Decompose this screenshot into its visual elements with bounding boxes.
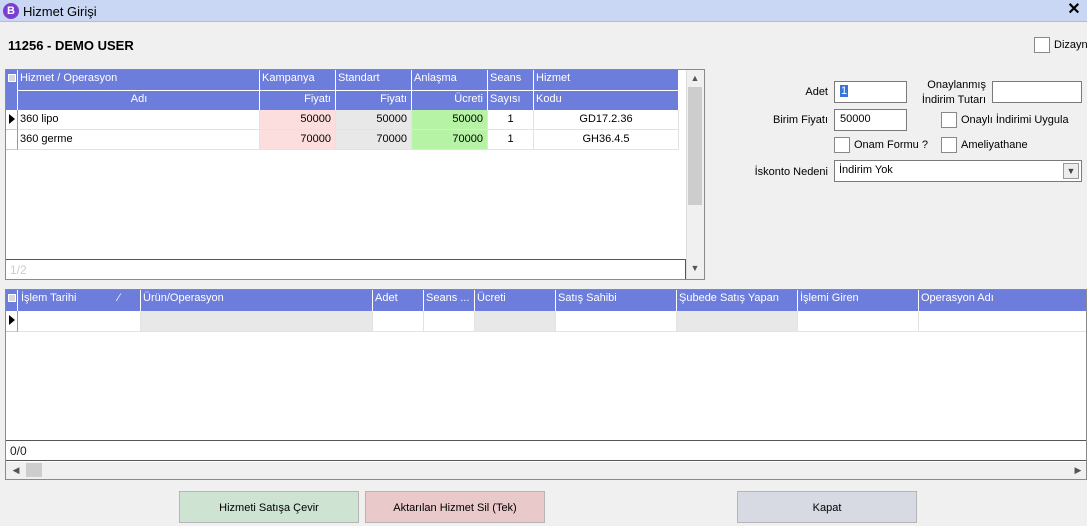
table-row-cell-anlasma[interactable]: 50000: [412, 110, 488, 130]
table-row-cell-kampanya[interactable]: 50000: [260, 110, 336, 130]
header-anlasma[interactable]: Anlaşma: [412, 70, 488, 90]
window-title: Hizmet Girişi: [23, 4, 97, 19]
header-kampanya-fiyati[interactable]: Fiyatı: [260, 90, 336, 110]
header-islem-tarihi[interactable]: İşlem Tarihi ⁄: [18, 290, 141, 311]
table-row-cell[interactable]: [18, 311, 141, 332]
onaylanmis-label-2: İndirim Tutarı: [921, 94, 986, 106]
close-icon[interactable]: ✕: [1065, 1, 1083, 19]
table-row-cell-kampanya[interactable]: 70000: [260, 130, 336, 150]
table-row-cell-standart[interactable]: 50000: [336, 110, 412, 130]
header-hizmet[interactable]: Hizmet: [534, 70, 679, 90]
chevron-down-icon[interactable]: ▼: [1063, 163, 1079, 179]
header-hizmet-operasyon[interactable]: Hizmet / Operasyon: [18, 70, 260, 90]
ameliyathane-label: Ameliyathane: [961, 139, 1028, 151]
dizayn-label: Dizayn: [1054, 39, 1087, 51]
onayli-indirimi-checkbox[interactable]: [941, 112, 957, 128]
table-row-cell[interactable]: [798, 311, 919, 332]
row-indicator[interactable]: [6, 110, 18, 130]
customer-label: 11256 - DEMO USER: [8, 38, 134, 53]
table-row-cell[interactable]: [677, 311, 798, 332]
table-row-cell-seans[interactable]: 1: [488, 130, 534, 150]
iskonto-nedeni-select[interactable]: İndirim Yok ▼: [834, 160, 1082, 182]
title-bar: B Hizmet Girişi ✕: [0, 0, 1087, 22]
header-adi[interactable]: Adı: [18, 90, 260, 110]
row-indicator[interactable]: [6, 130, 18, 150]
sort-icon: ⁄: [118, 292, 120, 304]
scroll-up-icon[interactable]: ▲: [687, 73, 703, 83]
adet-input[interactable]: 1: [834, 81, 907, 103]
scroll-down-icon[interactable]: ▼: [687, 263, 703, 273]
header-seans-sayisi[interactable]: Sayısı: [488, 90, 534, 110]
onam-formu-checkbox[interactable]: [834, 137, 850, 153]
header-anlasma-ucreti[interactable]: Ücreti: [412, 90, 488, 110]
sales-grid-hscrollbar[interactable]: ◀ ▶: [6, 462, 1086, 479]
header-ucreti[interactable]: Ücreti: [475, 290, 556, 311]
scroll-right-icon[interactable]: ▶: [1070, 465, 1086, 476]
services-grid: Hizmet / Operasyon Kampanya Standart Anl…: [5, 69, 705, 280]
table-row-cell-name[interactable]: 360 germe: [18, 130, 260, 150]
header-seans-kodu[interactable]: Seans ...: [424, 290, 475, 311]
scroll-thumb[interactable]: [688, 87, 702, 205]
table-row-cell[interactable]: [424, 311, 475, 332]
header-subede-satis-yapan[interactable]: Şubede Satış Yapan: [677, 290, 798, 311]
grid-menu-icon[interactable]: [6, 70, 18, 110]
header-operasyon-adi[interactable]: Operasyon Adı: [919, 290, 1086, 311]
onayli-indirimi-label: Onaylı İndirimi Uygula: [961, 114, 1069, 126]
table-row-cell-kod[interactable]: GH36.4.5: [534, 130, 679, 150]
row-indicator[interactable]: [6, 311, 18, 332]
current-row-arrow-icon: [9, 114, 15, 124]
header-standart-fiyati[interactable]: Fiyatı: [336, 90, 412, 110]
header-kampanya[interactable]: Kampanya: [260, 70, 336, 90]
table-row-cell[interactable]: [475, 311, 556, 332]
header-seans[interactable]: Seans: [488, 70, 534, 90]
table-row-cell-seans[interactable]: 1: [488, 110, 534, 130]
app-icon: B: [3, 3, 19, 19]
sales-grid: İşlem Tarihi ⁄ Ürün/Operasyon Adet Seans …: [5, 289, 1087, 480]
services-grid-scrollbar[interactable]: ▲ ▼: [686, 70, 704, 279]
table-row-cell[interactable]: [373, 311, 424, 332]
grid-menu-icon[interactable]: [6, 290, 18, 311]
birim-fiyati-label: Birim Fiyatı: [773, 114, 828, 126]
kapat-button[interactable]: Kapat: [737, 491, 917, 523]
current-row-arrow-icon: [9, 315, 15, 325]
adet-label: Adet: [805, 86, 828, 98]
dizayn-checkbox[interactable]: [1034, 37, 1050, 53]
scroll-left-icon[interactable]: ◀: [8, 465, 24, 476]
sales-grid-footer: 0/0: [6, 440, 1086, 461]
birim-fiyati-input[interactable]: 50000: [834, 109, 907, 131]
header-hizmet-kodu[interactable]: Kodu: [534, 90, 679, 110]
onaylanmis-indirim-input[interactable]: [992, 81, 1082, 103]
services-grid-footer: 1/2: [6, 259, 686, 279]
ameliyathane-checkbox[interactable]: [941, 137, 957, 153]
table-row-cell-anlasma[interactable]: 70000: [412, 130, 488, 150]
header-islemi-giren[interactable]: İşlemi Giren: [798, 290, 919, 311]
header-urun-operasyon[interactable]: Ürün/Operasyon: [141, 290, 373, 311]
hizmeti-satisa-cevir-button[interactable]: Hizmeti Satışa Çevir: [179, 491, 359, 523]
onaylanmis-label-1: Onaylanmış: [927, 79, 986, 91]
header-satis-sahibi[interactable]: Satış Sahibi: [556, 290, 677, 311]
onam-formu-label: Onam Formu ?: [854, 139, 928, 151]
table-row-cell[interactable]: [556, 311, 677, 332]
header-adet[interactable]: Adet: [373, 290, 424, 311]
table-row-cell[interactable]: [919, 311, 1086, 332]
scroll-thumb[interactable]: [26, 463, 42, 477]
table-row-cell-kod[interactable]: GD17.2.36: [534, 110, 679, 130]
table-row-cell-standart[interactable]: 70000: [336, 130, 412, 150]
table-row-cell-name[interactable]: 360 lipo: [18, 110, 260, 130]
table-row-cell[interactable]: [141, 311, 373, 332]
header-standart[interactable]: Standart: [336, 70, 412, 90]
aktarilan-hizmet-sil-button[interactable]: Aktarılan Hizmet Sil (Tek): [365, 491, 545, 523]
iskonto-nedeni-label: İskonto Nedeni: [754, 166, 828, 178]
